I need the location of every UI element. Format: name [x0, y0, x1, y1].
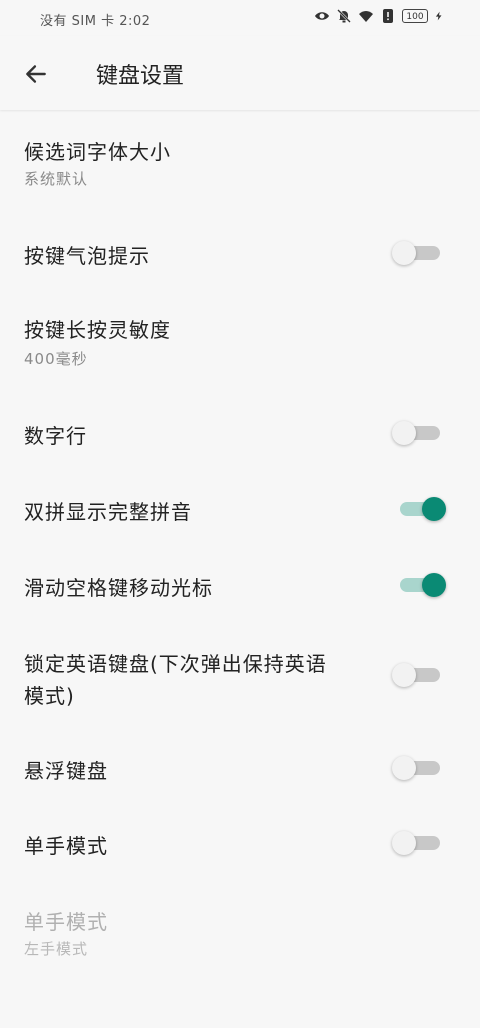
arrow-left-icon [26, 65, 46, 83]
wifi-icon [359, 11, 373, 22]
status-bar: 没有 SIM 卡 2:02 100 [0, 0, 480, 36]
charging-icon [435, 11, 442, 21]
toggle-thumb [422, 573, 446, 597]
lock-english-toggle[interactable] [392, 663, 444, 687]
setting-value: 系统默认 [24, 170, 89, 188]
alert-icon [383, 9, 393, 23]
setting-number-row[interactable]: 数字行 [0, 412, 480, 460]
setting-long-press-sensitivity[interactable]: 按键长按灵敏度 400毫秒 [0, 314, 480, 378]
space-cursor-toggle[interactable] [400, 573, 446, 597]
setting-label: 双拼显示完整拼音 [24, 500, 192, 524]
app-bar: 键盘设置 [0, 36, 480, 110]
setting-space-cursor[interactable]: 滑动空格键移动光标 [0, 562, 480, 610]
page-title: 键盘设置 [96, 64, 185, 89]
setting-floating-keyboard[interactable]: 悬浮键盘 [0, 746, 480, 794]
setting-lock-english[interactable]: 锁定英语键盘(下次弹出保持英语 模式) [0, 638, 480, 714]
setting-label: 单手模式 [24, 910, 108, 934]
battery-icon: 100 [402, 9, 428, 23]
setting-label: 按键气泡提示 [24, 244, 150, 268]
floating-keyboard-toggle[interactable] [392, 756, 444, 780]
toggle-thumb [392, 756, 416, 780]
setting-value: 400毫秒 [24, 350, 88, 368]
setting-one-hand-mode[interactable]: 单手模式 [0, 822, 480, 870]
setting-label-line2: 模式) [24, 684, 75, 708]
setting-value: 左手模式 [24, 940, 89, 958]
shuangpin-full-toggle[interactable] [400, 497, 446, 521]
back-button[interactable] [20, 58, 52, 90]
setting-label-line1: 锁定英语键盘(下次弹出保持英语 [24, 652, 327, 676]
bell-off-icon [337, 9, 351, 23]
setting-label: 数字行 [24, 424, 87, 448]
setting-shuangpin-full-pinyin[interactable]: 双拼显示完整拼音 [0, 488, 480, 536]
one-hand-mode-toggle[interactable] [392, 831, 444, 855]
carrier-time: 没有 SIM 卡 2:02 [40, 14, 151, 29]
toggle-thumb [392, 663, 416, 687]
key-popup-toggle[interactable] [392, 241, 444, 265]
toggle-thumb [392, 241, 416, 265]
setting-label: 候选词字体大小 [24, 140, 171, 164]
setting-label: 按键长按灵敏度 [24, 318, 171, 342]
setting-one-hand-side: 单手模式 左手模式 [0, 906, 480, 970]
toggle-thumb [392, 421, 416, 445]
toggle-thumb [422, 497, 446, 521]
setting-key-popup[interactable]: 按键气泡提示 [0, 230, 480, 278]
setting-label: 悬浮键盘 [24, 759, 108, 783]
setting-label: 滑动空格键移动光标 [24, 576, 213, 600]
eye-icon [315, 12, 329, 20]
status-icons: 100 [314, 8, 444, 24]
toggle-thumb [392, 831, 416, 855]
setting-candidate-font-size[interactable]: 候选词字体大小 系统默认 [0, 134, 480, 198]
setting-label: 单手模式 [24, 834, 108, 858]
number-row-toggle[interactable] [392, 421, 444, 445]
